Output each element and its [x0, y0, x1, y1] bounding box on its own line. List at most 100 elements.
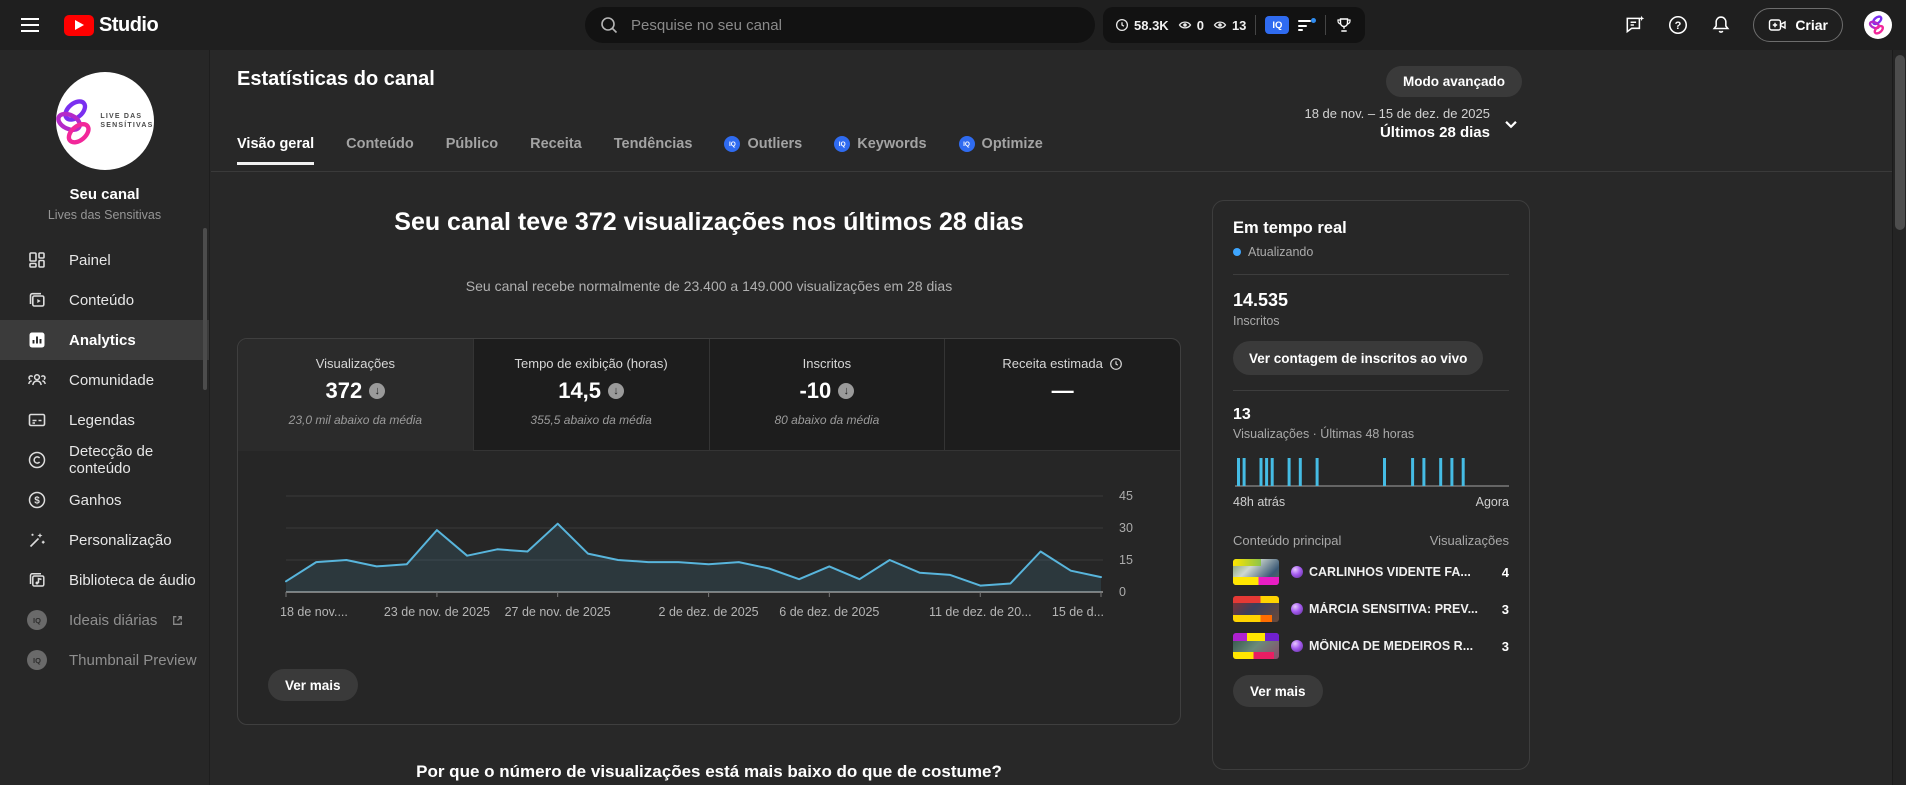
earnings-icon: $: [27, 490, 47, 510]
live-subscriber-count-button[interactable]: Ver contagem de inscritos ao vivo: [1233, 341, 1484, 375]
sidebar-item-legendas[interactable]: Legendas: [0, 400, 209, 440]
metric-tempo-de-exibicao[interactable]: Tempo de exibição (horas) 14,5 ↓ 355,5 ab…: [473, 339, 710, 451]
page-scrollbar[interactable]: [1892, 50, 1906, 785]
metric-inscritos[interactable]: Inscritos -10 ↓ 80 abaixo da média: [709, 339, 946, 451]
svg-text:0: 0: [1119, 585, 1126, 599]
views-line-chart: 0 15 30 45 18 de nov.... 23 de nov. de 2025 27…: [280, 489, 1133, 619]
divider: [211, 171, 1892, 172]
sidebar-item-ganhos[interactable]: $ Ganhos: [0, 480, 209, 520]
top-content-row[interactable]: MÔNICA DE MEDEIROS R... 3: [1233, 633, 1509, 659]
date-range-picker[interactable]: 18 de nov. – 15 de dez. de 2025 Últimos …: [1304, 106, 1522, 141]
vidiq-icon: IQ: [27, 610, 47, 630]
clock-icon: [1115, 18, 1129, 32]
analytics-icon: [27, 330, 47, 350]
tab-optimize[interactable]: IQ Optimize: [958, 136, 1043, 165]
notifications-bell-icon[interactable]: [1710, 14, 1732, 36]
create-camera-icon: [1768, 17, 1787, 33]
svg-text:?: ?: [1675, 20, 1682, 32]
overview-headline: Seu canal teve 372 visualizações nos últ…: [394, 208, 1024, 236]
video-thumbnail: [1233, 633, 1279, 659]
page-title: Estatísticas do canal: [237, 68, 435, 90]
svg-text:45: 45: [1119, 489, 1133, 503]
tab-conteudo[interactable]: Conteúdo: [346, 136, 414, 165]
sidebar-item-painel[interactable]: Painel: [0, 240, 209, 280]
vidiq-icon: IQ: [27, 650, 47, 670]
realtime-see-more-button[interactable]: Ver mais: [1233, 675, 1323, 707]
vidiq-icon[interactable]: IQ: [1265, 16, 1290, 34]
crystal-ball-icon: [1291, 603, 1303, 615]
svg-text:15: 15: [1119, 553, 1133, 567]
metric-tabs: Visualizações 372 ↓ 23,0 mil abaixo da mé…: [238, 339, 1180, 451]
channel-subtitle: Lives das Sensitivas: [47, 208, 162, 222]
customization-wand-icon: [27, 530, 47, 550]
tab-receita[interactable]: Receita: [530, 136, 582, 165]
channel-avatar[interactable]: LIVE DAS SENSÍTIVAS: [55, 72, 154, 170]
svg-text:30: 30: [1119, 521, 1133, 535]
video-thumbnail: [1233, 596, 1279, 622]
realtime-card: Em tempo real Atualizando 14.535 Inscrit…: [1212, 200, 1530, 770]
sidebar-scrollbar[interactable]: [203, 228, 207, 390]
realtime-bars-chart: [1235, 458, 1509, 487]
sidebar-item-personalizacao[interactable]: Personalização: [0, 520, 209, 560]
views-chip-a: 0: [1178, 18, 1204, 33]
trophy-icon[interactable]: [1335, 16, 1353, 34]
tab-visao-geral[interactable]: Visão geral: [237, 136, 315, 165]
subscriber-label: Inscritos: [1233, 314, 1280, 328]
channel-title: Seu canal: [69, 186, 140, 203]
menu-toggle-button[interactable]: [8, 0, 52, 50]
overview-chart-card: Visualizações 372 ↓ 23,0 mil abaixo da mé…: [237, 338, 1181, 725]
sidebar-item-comunidade[interactable]: Comunidade: [0, 360, 209, 400]
realtime-axis: 48h atrás Agora: [1233, 495, 1509, 509]
help-button[interactable]: ?: [1667, 14, 1689, 36]
sidebar-item-deteccao-de-conteudo[interactable]: Detecção de conteúdo: [0, 440, 209, 480]
analytics-tabs: Visão geral Conteúdo Público Receita Ten…: [237, 136, 1043, 165]
svg-text:$: $: [34, 496, 40, 507]
divider: [1255, 15, 1257, 35]
youtube-play-icon: [64, 14, 94, 36]
sidebar-item-analytics[interactable]: Analytics: [0, 320, 209, 360]
vidiq-stats-bar[interactable]: 58.3K 0 13 IQ: [1103, 7, 1366, 43]
see-more-button[interactable]: Ver mais: [268, 669, 358, 701]
metric-receita-estimada[interactable]: Receita estimada —: [945, 339, 1180, 451]
audio-library-icon: [27, 570, 47, 590]
live-dot-icon: [1233, 248, 1241, 256]
channel-logo-text: LIVE DAS SENSÍTIVAS: [100, 113, 154, 129]
account-avatar[interactable]: [1864, 11, 1892, 39]
sidebar-item-biblioteca-de-audio[interactable]: Biblioteca de áudio: [0, 560, 209, 600]
clock-icon: [1109, 357, 1123, 371]
tab-publico[interactable]: Público: [446, 136, 498, 165]
youtube-studio-logo[interactable]: Studio: [64, 13, 159, 37]
tab-keywords[interactable]: IQ Keywords: [834, 136, 927, 165]
top-content-row[interactable]: CARLINHOS VIDENTE FA... 4: [1233, 559, 1509, 585]
metric-visualizacoes[interactable]: Visualizações 372 ↓ 23,0 mil abaixo da mé…: [238, 339, 474, 451]
date-range-text: 18 de nov. – 15 de dez. de 2025: [1304, 106, 1490, 121]
date-preset-text: Últimos 28 dias: [1379, 124, 1490, 141]
main-content: Estatísticas do canal Visão geral Conteú…: [211, 50, 1892, 785]
trend-down-icon: ↓: [838, 383, 855, 399]
trend-down-icon: ↓: [369, 383, 386, 399]
scrollbar-thumb[interactable]: [1895, 55, 1905, 230]
sidebar-item-conteudo[interactable]: Conteúdo: [0, 280, 209, 320]
svg-text:11 de dez. de 20...: 11 de dez. de 20...: [929, 605, 1032, 619]
svg-text:15 de d...: 15 de d...: [1052, 605, 1104, 619]
advanced-mode-button[interactable]: Modo avançado: [1385, 66, 1522, 97]
svg-text:23 de nov. de 2025: 23 de nov. de 2025: [384, 605, 490, 619]
top-content-row[interactable]: MÁRCIA SENSITIVA: PREV... 3: [1233, 596, 1509, 622]
sidebar-item-ideais-diarias[interactable]: IQ Ideais diárias: [0, 600, 209, 640]
sidebar: LIVE DAS SENSÍTIVAS Seu canal Lives das …: [0, 50, 210, 785]
search-input[interactable]: [631, 16, 1051, 34]
content-icon: [27, 290, 47, 310]
realtime-title: Em tempo real: [1233, 219, 1347, 237]
eye-icon: [1178, 18, 1192, 32]
crystal-ball-icon: [1291, 566, 1303, 578]
brand-text: Studio: [99, 13, 159, 36]
create-button[interactable]: Criar: [1753, 8, 1843, 42]
scorecard-icon[interactable]: [1298, 18, 1317, 32]
sidebar-item-thumbnail-preview[interactable]: IQ Thumbnail Preview: [0, 640, 209, 680]
realtime-views-count: 13: [1233, 406, 1251, 423]
views-question-heading: Por que o número de visualizações está m…: [416, 762, 1002, 781]
feedback-button[interactable]: [1624, 14, 1646, 36]
tab-outliers[interactable]: IQ Outliers: [724, 136, 802, 165]
search-bar[interactable]: [585, 7, 1095, 43]
tab-tendencias[interactable]: Tendências: [614, 136, 693, 165]
